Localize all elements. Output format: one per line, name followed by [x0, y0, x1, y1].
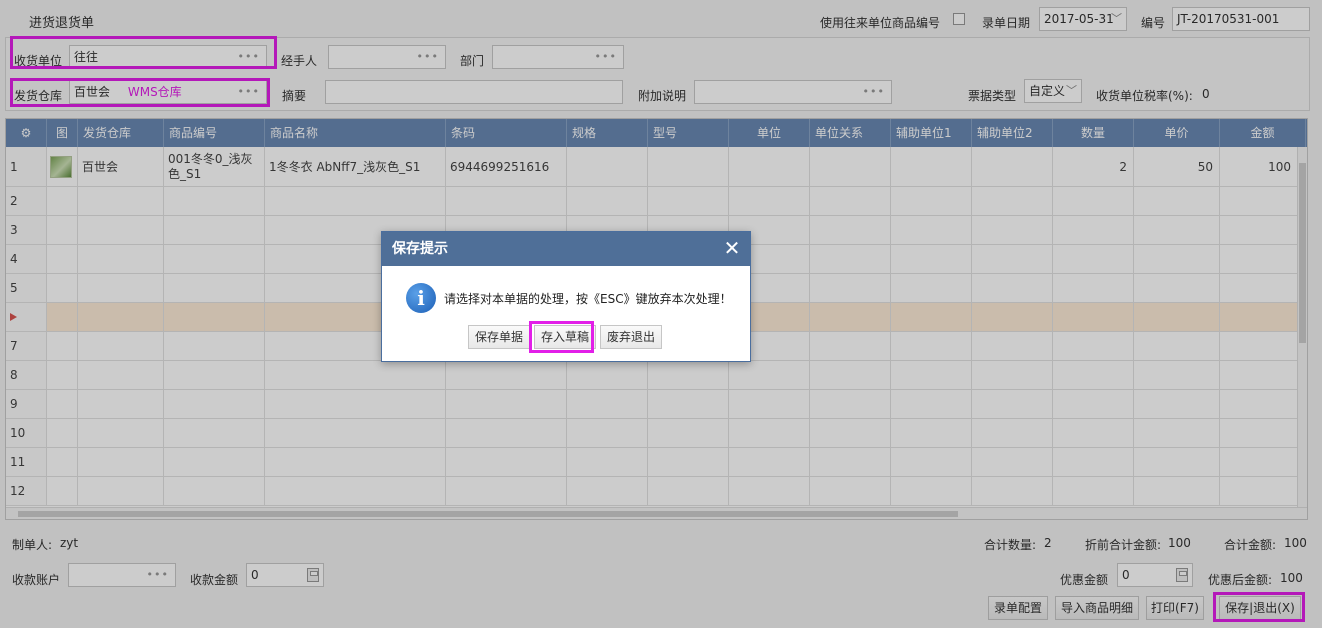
highlight-box	[529, 321, 594, 353]
info-icon: i	[406, 283, 436, 313]
save-document-button[interactable]: 保存单据	[468, 325, 531, 349]
dialog-message: 请选择对本单据的处理，按《ESC》键放弃本次处理！	[444, 292, 732, 306]
discard-exit-button[interactable]: 废弃退出	[600, 325, 663, 349]
save-prompt-dialog: 保存提示 ✕ i 请选择对本单据的处理，按《ESC》键放弃本次处理！ 保存单据 …	[381, 231, 751, 362]
dialog-title: 保存提示	[382, 232, 750, 266]
close-icon[interactable]: ✕	[722, 238, 742, 259]
